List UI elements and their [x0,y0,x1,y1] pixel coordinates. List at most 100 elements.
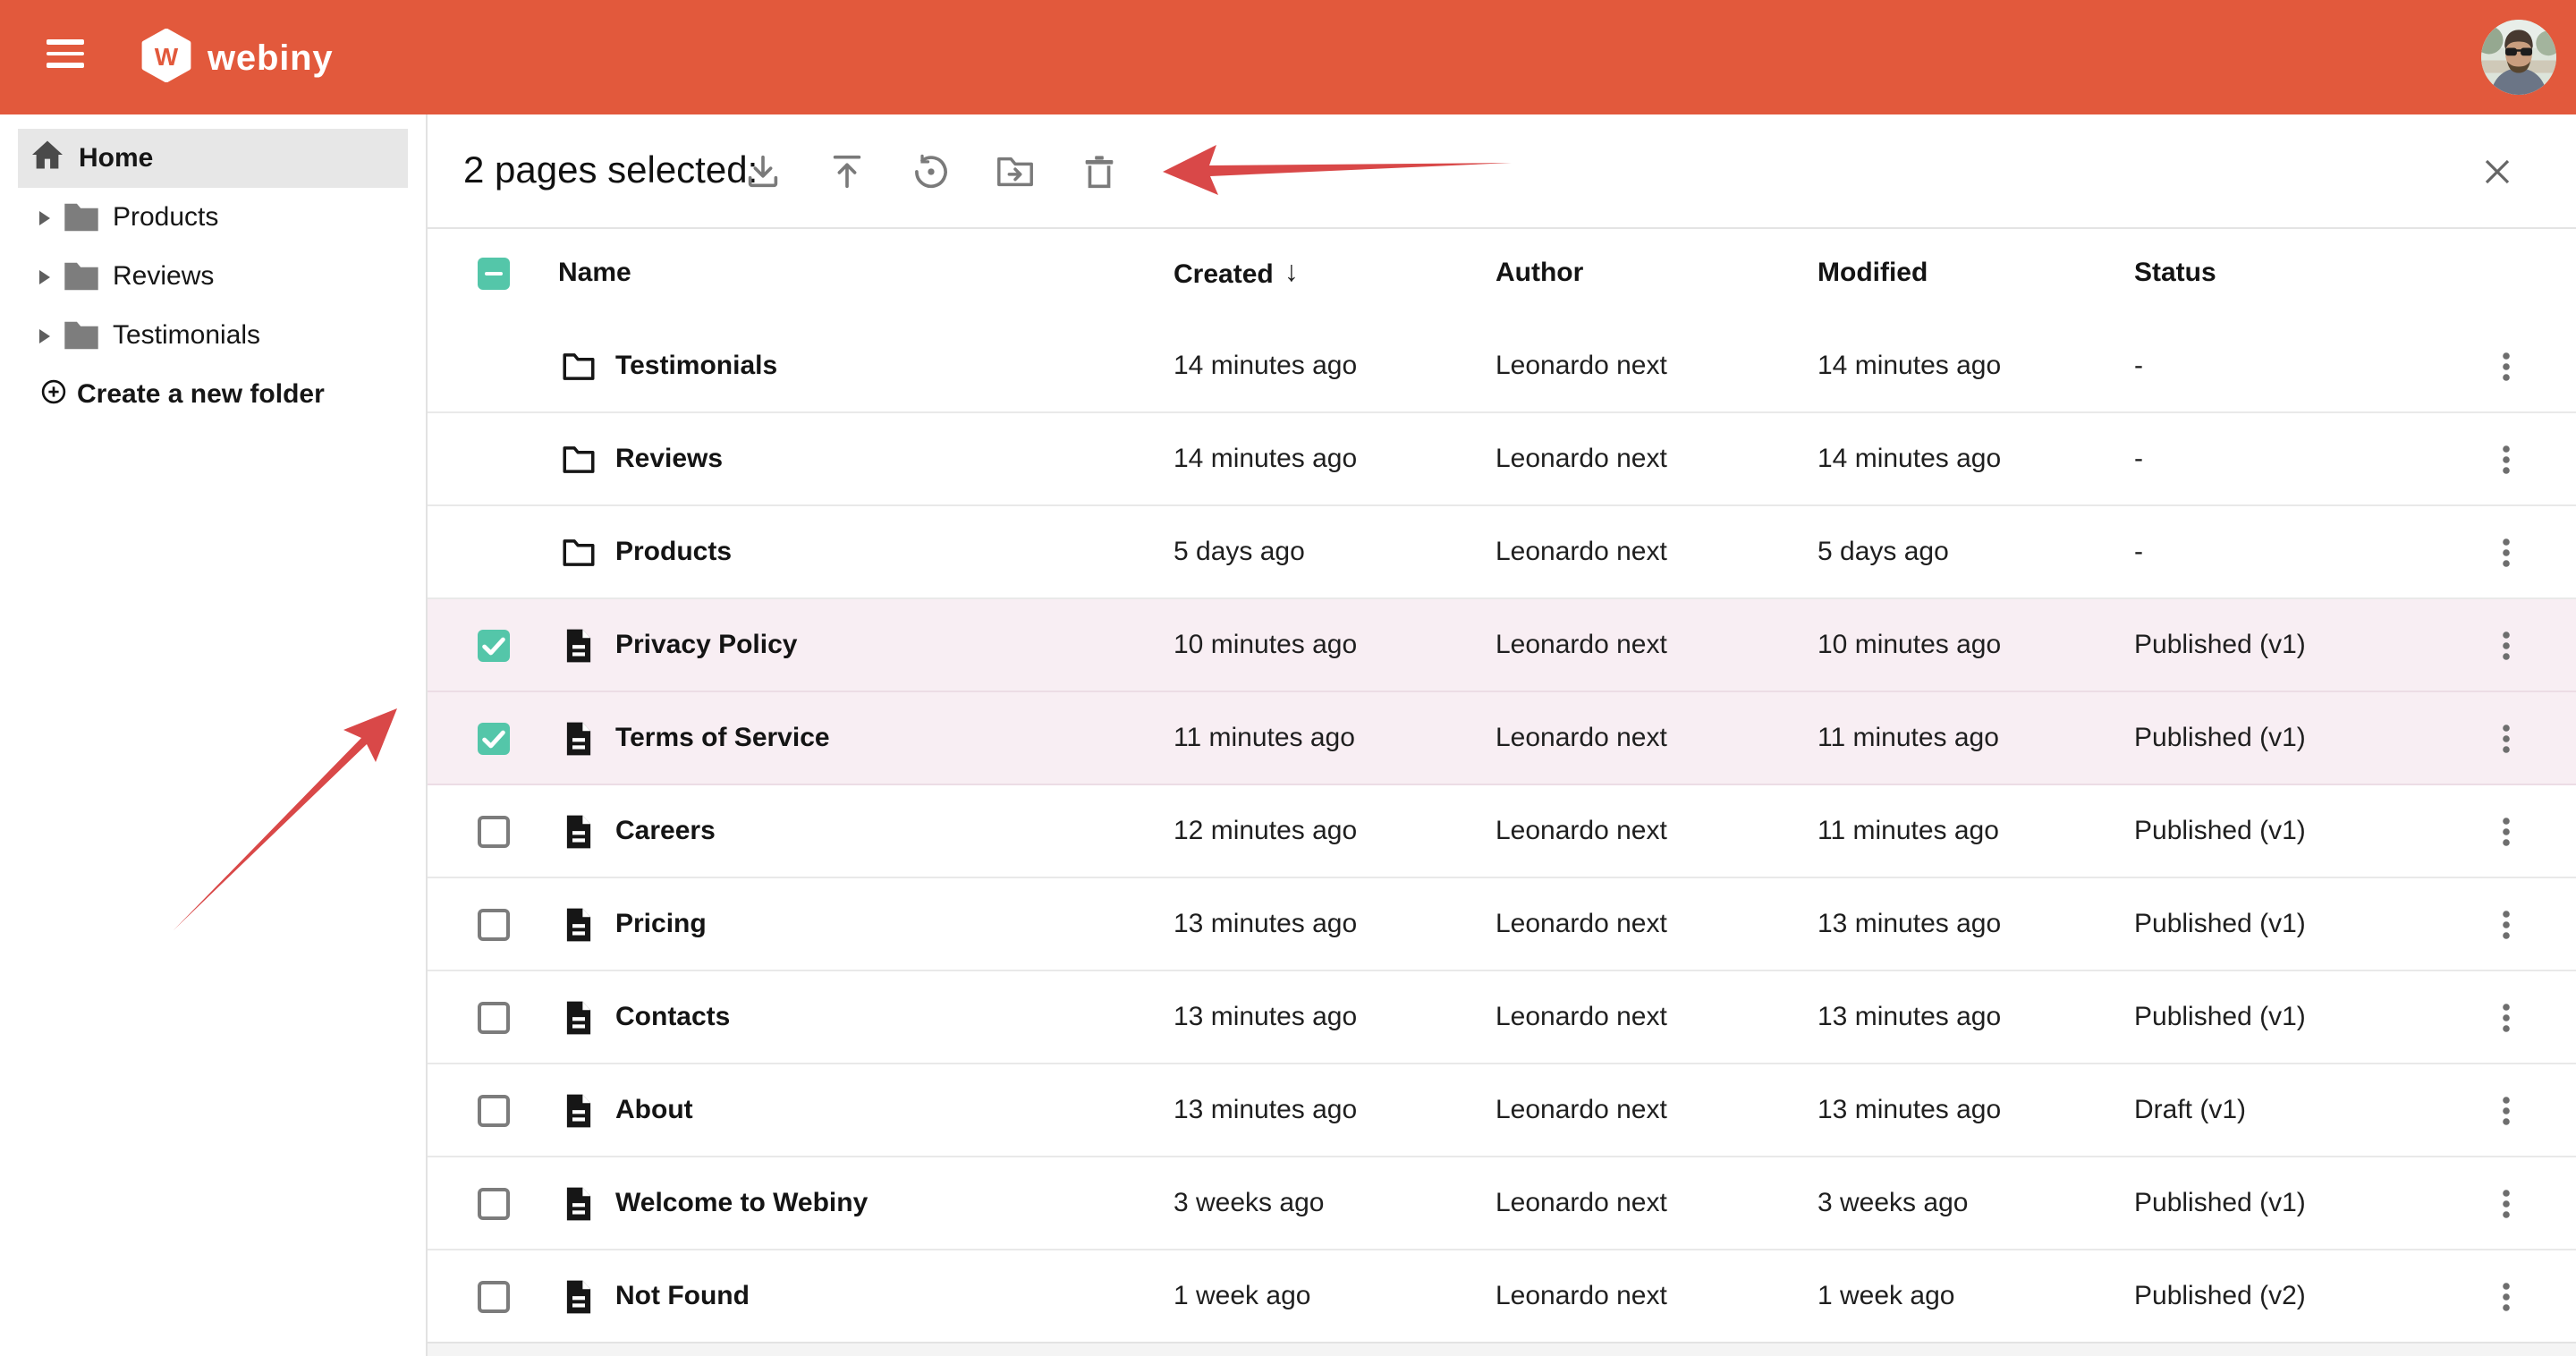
table-row[interactable]: Welcome to Webiny 3 weeks ago Leonardo n… [428,1157,2576,1250]
restore-icon[interactable] [911,150,952,191]
kebab-menu-icon[interactable] [2485,716,2528,759]
modified-cell: 13 minutes ago [1818,878,2001,970]
select-all-checkbox[interactable] [478,258,510,290]
table-row[interactable]: Terms of Service 11 minutes ago Leonardo… [428,692,2576,785]
status-cell: Published (v1) [2134,1157,2306,1249]
kebab-menu-icon[interactable] [2485,1182,2528,1225]
document-icon [560,812,597,850]
sidebar-item-label: Testimonials [113,320,260,351]
folder-icon [560,440,597,478]
table-row[interactable]: About 13 minutes ago Leonardo next 13 mi… [428,1064,2576,1157]
webiny-logo: W webiny [141,29,333,91]
column-header-status[interactable]: Status [2134,227,2216,320]
app-window: W webiny [0,0,2576,1356]
sidebar-item-products[interactable]: Products [0,188,426,247]
sidebar: Home Products Reviews Testimonials [0,114,428,1356]
column-header-name[interactable]: Name [558,227,631,320]
kebab-menu-icon[interactable] [2485,1089,2528,1131]
svg-text:W: W [155,43,179,71]
document-icon [560,626,597,664]
created-cell: 11 minutes ago [1174,692,1355,784]
main-content: 2 pages selected: Name Created ↓ Author … [428,114,2576,1356]
kebab-menu-icon[interactable] [2485,903,2528,945]
author-cell: Leonardo next [1496,320,1667,411]
hamburger-menu-icon[interactable] [47,38,86,77]
created-cell: 3 weeks ago [1174,1157,1324,1249]
row-checkbox[interactable] [478,1094,510,1126]
author-cell: Leonardo next [1496,506,1667,597]
page-name: Contacts [615,971,730,1063]
sidebar-item-reviews[interactable]: Reviews [0,247,426,306]
selected-count-label: 2 pages selected: [463,149,758,192]
kebab-menu-icon[interactable] [2485,437,2528,480]
page-name: Privacy Policy [615,599,797,691]
author-cell: Leonardo next [1496,785,1667,877]
row-checkbox[interactable] [478,1280,510,1312]
table-row[interactable]: Testimonials 14 minutes ago Leonardo nex… [428,320,2576,413]
pagination-bar [428,1342,2576,1356]
delete-icon[interactable] [1079,150,1120,191]
row-checkbox[interactable] [478,1001,510,1033]
status-cell: - [2134,320,2143,411]
table-row[interactable]: Careers 12 minutes ago Leonardo next 11 … [428,785,2576,878]
kebab-menu-icon[interactable] [2485,1275,2528,1318]
caret-right-icon[interactable] [39,210,50,225]
table-row[interactable]: Products 5 days ago Leonardo next 5 days… [428,506,2576,599]
column-header-created[interactable]: Created ↓ [1174,227,1299,320]
status-cell: Published (v1) [2134,785,2306,877]
status-cell: - [2134,506,2143,597]
column-header-modified[interactable]: Modified [1818,227,1928,320]
created-cell: 13 minutes ago [1174,971,1357,1063]
row-checkbox[interactable] [478,1187,510,1219]
page-name: Not Found [615,1250,750,1342]
row-checkbox[interactable] [478,722,510,754]
kebab-menu-icon[interactable] [2485,809,2528,852]
kebab-menu-icon[interactable] [2485,344,2528,387]
sidebar-item-label: Products [113,202,218,233]
table-row[interactable]: Contacts 13 minutes ago Leonardo next 13… [428,971,2576,1064]
row-checkbox[interactable] [478,908,510,940]
publish-icon[interactable] [826,150,868,191]
author-cell: Leonardo next [1496,971,1667,1063]
sidebar-item-home[interactable]: Home [18,129,408,188]
download-icon[interactable] [742,150,784,191]
user-avatar[interactable] [2481,20,2556,95]
status-cell: Published (v1) [2134,971,2306,1063]
status-cell: Published (v1) [2134,692,2306,784]
create-folder-button[interactable]: Create a new folder [0,365,426,424]
webiny-logo-icon: W [141,29,191,91]
status-cell: Draft (v1) [2134,1064,2246,1156]
kebab-menu-icon[interactable] [2485,530,2528,573]
author-cell: Leonardo next [1496,1157,1667,1249]
page-name: Welcome to Webiny [615,1157,868,1249]
kebab-menu-icon[interactable] [2485,996,2528,1038]
table-row[interactable]: Not Found 1 week ago Leonardo next 1 wee… [428,1250,2576,1343]
status-cell: Published (v1) [2134,599,2306,691]
author-cell: Leonardo next [1496,599,1667,691]
sidebar-item-testimonials[interactable]: Testimonials [0,306,426,365]
created-cell: 13 minutes ago [1174,1064,1357,1156]
plus-circle-icon [41,378,66,411]
page-name: Products [615,506,732,597]
table-row[interactable]: Privacy Policy 10 minutes ago Leonardo n… [428,599,2576,692]
row-checkbox[interactable] [478,815,510,847]
table-row[interactable]: Reviews 14 minutes ago Leonardo next 14 … [428,413,2576,506]
author-cell: Leonardo next [1496,878,1667,970]
author-cell: Leonardo next [1496,413,1667,504]
created-cell: 1 week ago [1174,1250,1310,1342]
document-icon [560,1091,597,1129]
kebab-menu-icon[interactable] [2485,623,2528,666]
row-checkbox[interactable] [478,629,510,661]
caret-right-icon[interactable] [39,269,50,284]
sidebar-item-label: Home [79,143,153,174]
move-to-folder-icon[interactable] [995,150,1036,191]
column-header-author[interactable]: Author [1496,227,1583,320]
author-cell: Leonardo next [1496,692,1667,784]
table-row[interactable]: Pricing 13 minutes ago Leonardo next 13 … [428,878,2576,971]
created-cell: 13 minutes ago [1174,878,1357,970]
close-icon[interactable] [2479,153,2515,189]
page-name: Pricing [615,878,707,970]
caret-right-icon[interactable] [39,328,50,343]
folder-icon [560,533,597,571]
folder-icon [63,202,100,233]
